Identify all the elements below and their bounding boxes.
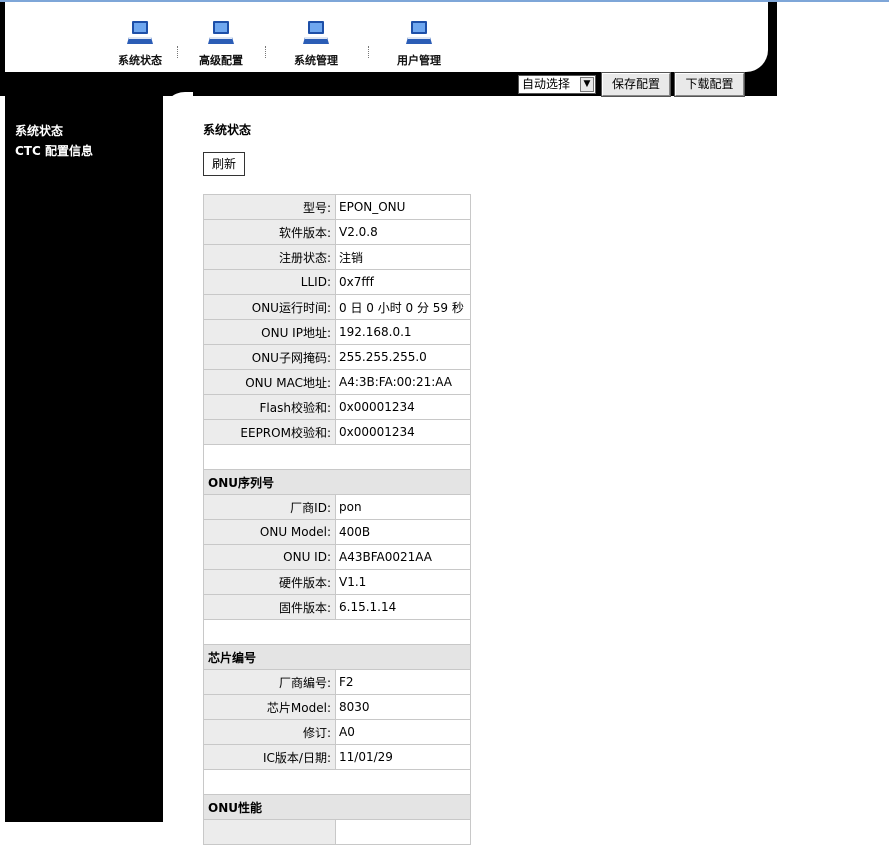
computer-icon [208, 21, 234, 44]
nav-user-management[interactable]: 用户管理 [379, 20, 459, 68]
save-config-button[interactable]: 保存配置 [601, 72, 671, 97]
field-label: 注册状态: [203, 244, 336, 270]
table-row: Flash校验和: 0x00001234 [203, 394, 471, 420]
section-title: ONU序列号 [203, 469, 471, 495]
table-row: 厂商编号: F2 [203, 669, 471, 695]
table-row: IC版本/日期: 11/01/29 [203, 744, 471, 770]
field-value: 0x00001234 [335, 394, 471, 420]
table-row: ONU ID: A43BFA0021AA [203, 544, 471, 570]
spacer-row [203, 769, 471, 795]
field-value: 255.255.255.0 [335, 344, 471, 370]
section-title: ONU性能 [203, 794, 471, 820]
language-select-value: 自动选择 [522, 77, 571, 91]
header-nav-panel: 系统状态 高级配置 系统管理 用户管理 [5, 2, 768, 72]
table-row: 厂商ID: pon [203, 494, 471, 520]
table-row: 注册状态: 注销 [203, 244, 471, 270]
field-value: 6.15.1.14 [335, 594, 471, 620]
nav-system-management[interactable]: 系统管理 [276, 20, 356, 68]
table-row: ONU子网掩码: 255.255.255.0 [203, 344, 471, 370]
table-row: 软件版本: V2.0.8 [203, 219, 471, 245]
table-row: ONU MAC地址: A4:3B:FA:00:21:AA [203, 369, 471, 395]
field-value: A0 [335, 719, 471, 745]
field-label: 硬件版本: [203, 569, 336, 595]
nav-separator [368, 46, 370, 58]
computer-icon [303, 21, 329, 44]
sidebar-item-ctc-config[interactable]: CTC 配置信息 [15, 141, 163, 161]
nav-label: 用户管理 [397, 54, 441, 67]
field-label: Flash校验和: [203, 394, 336, 420]
field-label: ONU子网掩码: [203, 344, 336, 370]
table-row: 固件版本: 6.15.1.14 [203, 594, 471, 620]
nav-label: 高级配置 [199, 54, 243, 67]
table-row: 硬件版本: V1.1 [203, 569, 471, 595]
nav-separator [177, 46, 179, 58]
field-label: 厂商ID: [203, 494, 336, 520]
section-header-row: ONU序列号 [203, 469, 471, 495]
table-row: ONU IP地址: 192.168.0.1 [203, 319, 471, 345]
field-value: 11/01/29 [335, 744, 471, 770]
field-label: 固件版本: [203, 594, 336, 620]
sidebar: 系统状态 CTC 配置信息 [5, 96, 163, 822]
field-label: 芯片Model: [203, 694, 336, 720]
table-row: EEPROM校验和: 0x00001234 [203, 419, 471, 445]
table-row: ONU运行时间: 0 日 0 小时 0 分 59 秒 [203, 294, 471, 320]
computer-icon [406, 21, 432, 44]
field-label: ONU ID: [203, 544, 336, 570]
field-value: EPON_ONU [335, 194, 471, 220]
field-label: ONU运行时间: [203, 294, 336, 320]
main-nav: 系统状态 高级配置 系统管理 用户管理 [5, 2, 768, 72]
field-label: 厂商编号: [203, 669, 336, 695]
table-row: LLID: 0x7fff [203, 269, 471, 295]
field-value: 0x00001234 [335, 419, 471, 445]
field-value: 0x7fff [335, 269, 471, 295]
field-label: ONU Model: [203, 519, 336, 545]
field-value: V2.0.8 [335, 219, 471, 245]
field-label: 修订: [203, 719, 336, 745]
table-row: 修订: A0 [203, 719, 471, 745]
refresh-button[interactable]: 刷新 [203, 152, 246, 176]
status-table: 型号: EPON_ONU 软件版本: V2.0.8 注册状态: 注销 LLID: 0x7fff… [203, 194, 471, 845]
field-label: 型号: [203, 194, 336, 220]
section-header-row: ONU性能 [203, 794, 471, 820]
spacer-row [203, 444, 471, 470]
field-label: EEPROM校验和: [203, 419, 336, 445]
field-value: 注销 [335, 244, 471, 270]
page-title: 系统状态 [203, 123, 252, 137]
section-title: 芯片编号 [203, 644, 471, 670]
table-row: ONU Model: 400B [203, 519, 471, 545]
chevron-down-icon[interactable]: ▼ [580, 77, 594, 92]
nav-advanced-config[interactable]: 高级配置 [181, 20, 261, 68]
table-row [203, 819, 471, 845]
main-content: 系统状态 刷新 型号: EPON_ONU 软件版本: V2.0.8 注册状态: 注销 LLI… [203, 120, 471, 845]
field-value: V1.1 [335, 569, 471, 595]
sidebar-item-system-status[interactable]: 系统状态 [15, 121, 163, 141]
field-label: IC版本/日期: [203, 744, 336, 770]
spacer-row [203, 619, 471, 645]
computer-icon [127, 21, 153, 44]
table-row: 芯片Model: 8030 [203, 694, 471, 720]
nav-system-status[interactable]: 系统状态 [100, 20, 180, 68]
field-label: 软件版本: [203, 219, 336, 245]
field-label: ONU IP地址: [203, 319, 336, 345]
field-value: A4:3B:FA:00:21:AA [335, 369, 471, 395]
nav-separator [265, 46, 267, 58]
download-config-button[interactable]: 下载配置 [674, 72, 745, 97]
field-value: 8030 [335, 694, 471, 720]
field-value: F2 [335, 669, 471, 695]
field-value: 192.168.0.1 [335, 319, 471, 345]
language-select[interactable]: 自动选择 ▼ [518, 75, 596, 94]
field-label: ONU MAC地址: [203, 369, 336, 395]
field-value: 400B [335, 519, 471, 545]
field-value: 0 日 0 小时 0 分 59 秒 [335, 294, 471, 320]
table-row: 型号: EPON_ONU [203, 194, 471, 220]
field-value: A43BFA0021AA [335, 544, 471, 570]
field-value: pon [335, 494, 471, 520]
nav-label: 系统管理 [294, 54, 338, 67]
section-header-row: 芯片编号 [203, 644, 471, 670]
field-label: LLID: [203, 269, 336, 295]
nav-label: 系统状态 [118, 54, 162, 67]
